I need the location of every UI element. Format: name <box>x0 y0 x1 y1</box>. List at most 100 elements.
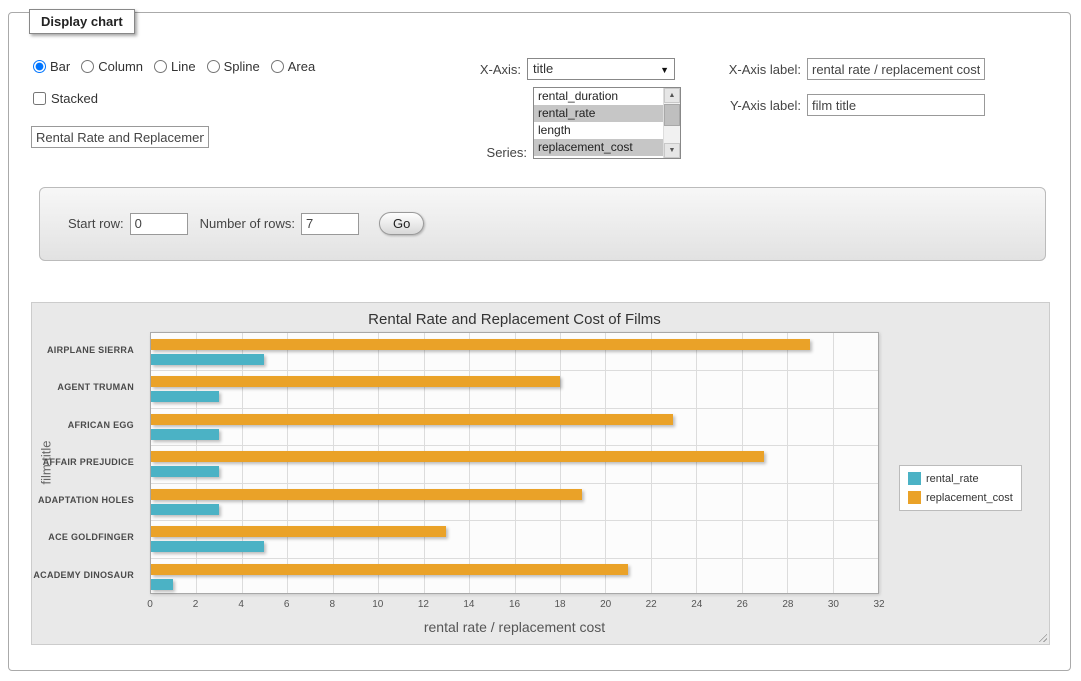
legend-swatch-rental-rate <box>908 472 921 485</box>
chart-type-options: Bar Column Line Spline Area <box>33 59 315 74</box>
gridline <box>151 520 878 521</box>
chevron-down-icon: ▼ <box>660 60 669 80</box>
chart-type-area[interactable]: Area <box>271 59 315 74</box>
scroll-down-icon[interactable]: ▼ <box>664 143 680 158</box>
x-axis-label-label: X-Axis label: <box>703 62 801 77</box>
gridline <box>742 333 743 593</box>
bar-rental_rate <box>151 391 219 402</box>
chart-type-bar-radio[interactable] <box>33 60 46 73</box>
gridline <box>151 370 878 371</box>
start-row-input[interactable] <box>130 213 188 235</box>
bar-rental_rate <box>151 429 219 440</box>
chart-type-column[interactable]: Column <box>81 59 143 74</box>
chart-type-spline-label: Spline <box>224 59 260 74</box>
gridline <box>787 333 788 593</box>
chart-type-bar-label: Bar <box>50 59 70 74</box>
chart-title-input[interactable] <box>31 126 209 148</box>
y-axis-label-input[interactable] <box>807 94 985 116</box>
series-scrollbar[interactable]: ▲ ▼ <box>663 88 680 158</box>
series-select-label: Series: <box>441 145 533 160</box>
gridline <box>242 333 243 593</box>
legend-entry: rental_rate <box>908 472 1013 485</box>
series-options: rental_durationrental_ratelengthreplacem… <box>534 88 663 158</box>
series-multiselect[interactable]: rental_durationrental_ratelengthreplacem… <box>533 87 681 159</box>
gridline <box>696 333 697 593</box>
stacked-row: Stacked <box>33 91 98 106</box>
x-tick-label: 18 <box>555 599 566 610</box>
bar-rental_rate <box>151 541 264 552</box>
x-tick-label: 12 <box>418 599 429 610</box>
series-option[interactable]: replacement_cost <box>534 139 663 156</box>
bar-replacement_cost <box>151 489 582 500</box>
gridline <box>605 333 606 593</box>
gridline <box>151 445 878 446</box>
resize-handle[interactable] <box>1036 631 1047 642</box>
x-tick-labels: 02468101214161820222426283032 <box>150 599 879 611</box>
chart-legend: rental_rate replacement_cost <box>899 465 1022 511</box>
rows-panel-inner: Start row: Number of rows: Go <box>68 212 424 235</box>
x-axis-title: rental rate / replacement cost <box>150 619 879 635</box>
chart-type-bar[interactable]: Bar <box>33 59 70 74</box>
gridline <box>833 333 834 593</box>
x-axis-select-value: title <box>533 61 553 76</box>
gridline <box>151 558 878 559</box>
series-option[interactable]: length <box>534 122 663 139</box>
bar-replacement_cost <box>151 526 446 537</box>
gridline <box>651 333 652 593</box>
x-tick-label: 2 <box>193 599 199 610</box>
x-tick-label: 6 <box>284 599 290 610</box>
category-label: AGENT TRUMAN <box>32 369 134 406</box>
y-axis-label-label: Y-Axis label: <box>703 98 801 113</box>
x-axis-select[interactable]: title ▼ <box>527 58 675 80</box>
x-tick-label: 0 <box>147 599 153 610</box>
chart-type-line[interactable]: Line <box>154 59 196 74</box>
x-tick-label: 30 <box>828 599 839 610</box>
gridline <box>424 333 425 593</box>
number-of-rows-input[interactable] <box>301 213 359 235</box>
chart-type-line-label: Line <box>171 59 196 74</box>
plot-area <box>150 332 879 594</box>
scroll-up-icon[interactable]: ▲ <box>664 88 680 103</box>
gridline <box>151 483 878 484</box>
gridline <box>287 333 288 593</box>
x-tick-label: 32 <box>873 599 884 610</box>
x-tick-label: 26 <box>737 599 748 610</box>
x-tick-label: 16 <box>509 599 520 610</box>
series-option[interactable]: rental_rate <box>534 105 663 122</box>
gridline <box>151 408 878 409</box>
legend-label: replacement_cost <box>926 492 1013 504</box>
y-axis-label-row: Y-Axis label: <box>703 94 985 116</box>
chart-type-spline-radio[interactable] <box>207 60 220 73</box>
panel-legend: Display chart <box>29 9 135 34</box>
x-axis-select-label: X-Axis: <box>441 62 527 77</box>
start-row-label: Start row: <box>68 216 124 231</box>
number-of-rows-label: Number of rows: <box>200 216 295 231</box>
chart-type-column-radio[interactable] <box>81 60 94 73</box>
bar-rental_rate <box>151 504 219 515</box>
go-button[interactable]: Go <box>379 212 424 235</box>
x-tick-label: 14 <box>463 599 474 610</box>
category-label: AFFAIR PREJUDICE <box>32 444 134 481</box>
series-option[interactable]: rental_duration <box>534 88 663 105</box>
bar-rental_rate <box>151 354 264 365</box>
chart-type-line-radio[interactable] <box>154 60 167 73</box>
gridline <box>560 333 561 593</box>
category-labels: AIRPLANE SIERRAAGENT TRUMANAFRICAN EGGAF… <box>32 332 142 594</box>
gridline <box>515 333 516 593</box>
x-tick-label: 4 <box>238 599 244 610</box>
legend-swatch-replacement-cost <box>908 491 921 504</box>
chart-type-spline[interactable]: Spline <box>207 59 260 74</box>
scrollbar-thumb[interactable] <box>664 104 680 126</box>
chart-type-area-label: Area <box>288 59 315 74</box>
stacked-checkbox[interactable] <box>33 92 46 105</box>
legend-label: rental_rate <box>926 473 979 485</box>
rows-panel: Start row: Number of rows: Go <box>39 187 1046 261</box>
category-label: AFRICAN EGG <box>32 407 134 444</box>
chart-type-area-radio[interactable] <box>271 60 284 73</box>
x-axis-row: X-Axis: title ▼ <box>441 58 675 80</box>
bar-replacement_cost <box>151 564 628 575</box>
gridline <box>196 333 197 593</box>
x-axis-label-input[interactable] <box>807 58 985 80</box>
x-tick-label: 22 <box>646 599 657 610</box>
x-tick-label: 20 <box>600 599 611 610</box>
